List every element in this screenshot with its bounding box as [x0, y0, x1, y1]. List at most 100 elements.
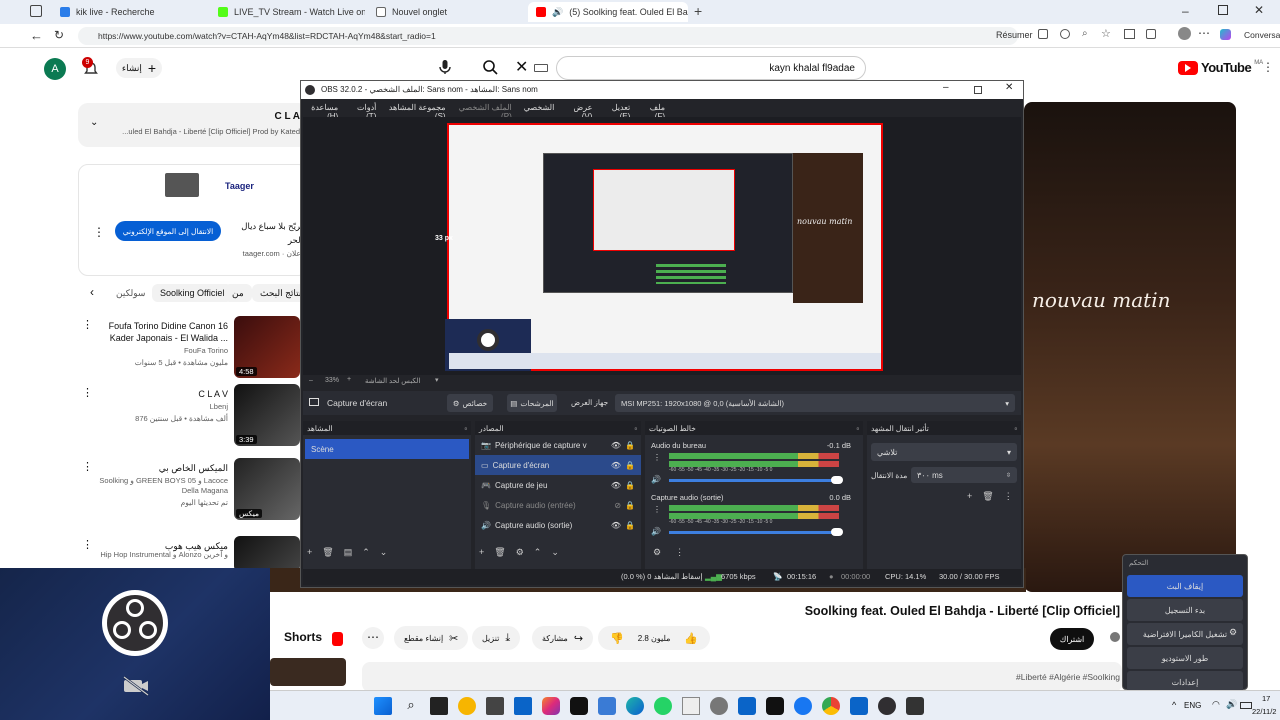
tab-new[interactable]: Nouvel onglet: [368, 2, 523, 22]
lock-icon[interactable]: 🔒: [625, 481, 635, 490]
device-select[interactable]: MSI MP251: 1920x1080 @ 0,0 (الشاشة الأسا…: [615, 394, 1015, 412]
more-actions-icon[interactable]: ⋯: [362, 627, 384, 649]
copilot-icon[interactable]: [1220, 29, 1231, 40]
copilot-label[interactable]: Conversat: [1244, 30, 1280, 40]
zoom-icon[interactable]: ⌕: [1082, 28, 1088, 39]
video-hashtags[interactable]: #Liberté #Algérie #Soolking: [960, 672, 1120, 682]
duration-input[interactable]: ٣٠٠ ms ⇳: [911, 467, 1017, 483]
eye-icon[interactable]: 👁: [611, 521, 621, 530]
read-aloud-icon[interactable]: [1060, 29, 1070, 39]
shorts-logo-icon[interactable]: [332, 632, 343, 646]
wifi-icon[interactable]: ◠: [1212, 699, 1220, 710]
source-settings-icon[interactable]: ⚙: [516, 547, 524, 558]
obs-minimize-button[interactable]: –: [943, 82, 949, 93]
properties-button[interactable]: ⚙ خصائص: [447, 394, 493, 412]
source-item[interactable]: 🎮 Capture de jeu 👁 🔒: [475, 475, 641, 495]
whatsapp-icon[interactable]: [654, 697, 672, 715]
chrome-icon[interactable]: [822, 697, 840, 715]
download-button[interactable]: تنزيل ⤓: [472, 626, 521, 650]
eye-icon[interactable]: 👁: [611, 461, 621, 470]
store-icon[interactable]: [738, 697, 756, 715]
source-item[interactable]: 📷 Périphérique de capture v 👁 🔒: [475, 435, 641, 455]
share-button[interactable]: مشاركة ↪: [532, 626, 594, 650]
start-recording-button[interactable]: بدء التسجيل: [1127, 599, 1243, 621]
chip-1[interactable]: سولكين: [108, 284, 153, 302]
clock-time[interactable]: 17: [1262, 694, 1270, 703]
dock-undock-icon[interactable]: ▫: [634, 424, 637, 433]
more-menu-icon[interactable]: ⋯: [1198, 26, 1210, 40]
avatar[interactable]: A: [44, 58, 66, 80]
tab-livetv[interactable]: LIVE_TV Stream - Watch Live on K: [210, 2, 365, 22]
mixer-menu-icon[interactable]: ⋮: [653, 505, 661, 514]
profile-icon[interactable]: [1178, 27, 1191, 40]
volume-slider[interactable]: [669, 531, 839, 534]
translate-icon[interactable]: [1038, 29, 1048, 39]
ad-more-icon[interactable]: ⋮: [93, 225, 105, 239]
facebook-icon[interactable]: [794, 697, 812, 715]
volume-slider-handle[interactable]: [831, 476, 843, 484]
volume-slider-handle[interactable]: [831, 528, 843, 536]
split-screen-icon[interactable]: [1124, 29, 1135, 39]
start-virtual-cam-button[interactable]: تشغيل الكاميرا الافتراضية: [1127, 623, 1243, 645]
tiktok-icon[interactable]: [766, 697, 784, 715]
maximize-button[interactable]: [1218, 5, 1228, 15]
keyboard-icon[interactable]: [534, 64, 548, 72]
scale-label[interactable]: الكبس لحد الشاشة: [365, 377, 420, 385]
shorts-label[interactable]: Shorts: [284, 630, 322, 644]
spinner-icon[interactable]: ⇳: [1006, 472, 1011, 479]
filter-scene-icon[interactable]: ▤: [344, 547, 353, 558]
capture-app-icon[interactable]: [906, 697, 924, 715]
instagram-icon[interactable]: [542, 697, 560, 715]
transition-select[interactable]: تلاشي ▾: [871, 443, 1017, 461]
dock-undock-icon[interactable]: ▫: [856, 424, 859, 433]
add-scene-icon[interactable]: +: [307, 547, 312, 558]
zoom-minus[interactable]: –: [309, 377, 313, 384]
lock-icon[interactable]: 🔒: [625, 461, 635, 470]
photos-icon[interactable]: [598, 697, 616, 715]
video-player[interactable]: nouvau matin: [1024, 102, 1236, 592]
add-transition-icon[interactable]: +: [967, 491, 972, 502]
list-item[interactable]: ⋮ Foufa Torino Didine Canon 16 Kader Jap…: [80, 316, 300, 386]
clip-button[interactable]: إنشاء مقطع ✂: [394, 626, 469, 650]
mixer-menu-icon[interactable]: ⋮: [653, 453, 661, 462]
like-icon[interactable]: 👍: [684, 632, 698, 645]
dislike-icon[interactable]: 👎: [610, 632, 624, 645]
dock-undock-icon[interactable]: ▫: [1014, 424, 1017, 433]
close-button[interactable]: ✕: [1254, 3, 1264, 17]
create-button[interactable]: إنشاء +: [116, 58, 162, 78]
search-input[interactable]: kayn khalal fl9adae: [556, 56, 866, 80]
virtual-cam-settings-icon[interactable]: ⚙: [1229, 627, 1237, 638]
list-item[interactable]: ⋮ الميكس الخاص بي Soolking و GREEN BOYS …: [80, 458, 300, 528]
preview-canvas[interactable]: nouvau matin 33 px: [303, 117, 1021, 377]
transition-more-icon[interactable]: ⋮: [1004, 491, 1013, 502]
back-icon[interactable]: ←: [30, 28, 43, 43]
source-item[interactable]: 🔊 Capture audio (sortie) 👁 🔒: [475, 515, 641, 535]
edge-icon[interactable]: [626, 697, 644, 715]
scale-dropdown-icon[interactable]: ▾: [435, 376, 439, 384]
widgets-icon[interactable]: [458, 697, 476, 715]
move-up-icon[interactable]: ⌃: [534, 547, 542, 558]
chip-3[interactable]: من: [224, 284, 252, 302]
chevron-down-icon[interactable]: ⌄: [90, 117, 98, 128]
like-dislike-group[interactable]: 👎 2.8 مليون 👍: [598, 626, 711, 650]
speaker-icon[interactable]: 🔊: [651, 527, 661, 536]
eye-icon[interactable]: 👁: [611, 481, 621, 490]
language-indicator[interactable]: ENG: [1184, 701, 1201, 710]
chip-2[interactable]: Soolking Officiel: [152, 284, 233, 302]
clear-search-icon[interactable]: ✕: [515, 57, 528, 77]
list-item[interactable]: ⋮ C L A V Lbenj 876 ألف مشاهدة • قبل سنت…: [80, 384, 300, 454]
clock-date[interactable]: 22/11/2: [1252, 707, 1276, 716]
list-item[interactable]: ⋮ ميكس هيب هوب Hip Hop Instrumental و Al…: [80, 536, 300, 572]
filters-button[interactable]: ▤ المرشحات: [507, 394, 557, 412]
start-menu-icon[interactable]: [374, 697, 392, 715]
eye-icon[interactable]: 👁: [611, 441, 621, 450]
speaker-icon[interactable]: 🔊: [651, 475, 661, 484]
task-view-icon[interactable]: [430, 697, 448, 715]
mixer-more-icon[interactable]: ⋮: [675, 547, 684, 558]
zoom-plus[interactable]: +: [347, 376, 351, 383]
collections-icon[interactable]: [1146, 29, 1156, 39]
add-source-icon[interactable]: +: [479, 547, 484, 558]
studio-mode-button[interactable]: طور الاستوديو: [1127, 647, 1243, 669]
favorite-star-icon[interactable]: ☆: [1101, 27, 1111, 40]
volume-icon[interactable]: 🔊: [1226, 699, 1237, 710]
